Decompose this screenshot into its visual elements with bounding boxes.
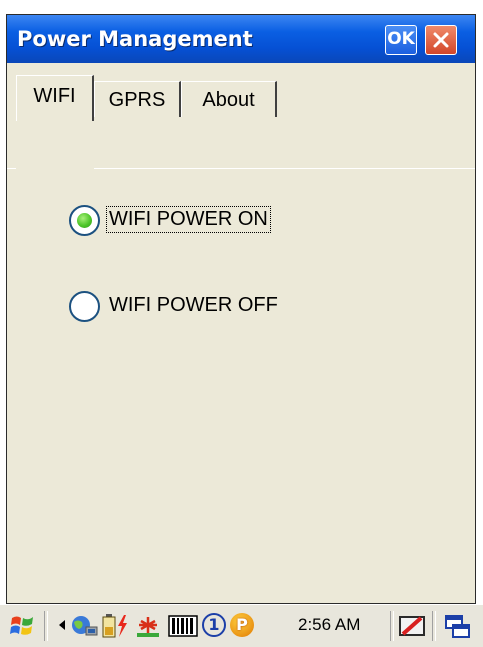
ok-button[interactable]: OK (385, 25, 417, 55)
tab-bar: WIFI GPRS About (7, 63, 475, 169)
wifi-power-off-radio[interactable] (69, 291, 100, 322)
wifi-power-on-option[interactable]: WIFI POWER ON (69, 203, 319, 239)
wifi-power-on-radio[interactable] (69, 205, 100, 236)
tab-divider-right (94, 168, 475, 169)
scroll-left-icon[interactable] (58, 619, 66, 631)
radio-selected-dot (77, 213, 92, 228)
pen-icon[interactable] (397, 612, 427, 640)
close-icon (433, 32, 449, 48)
window-switch-icon[interactable] (444, 614, 472, 640)
taskbar-separator (44, 611, 48, 641)
tab-about[interactable]: About (181, 81, 277, 117)
start-flag-icon[interactable] (8, 612, 36, 640)
clock[interactable]: 2:56 AM (298, 615, 360, 635)
battery-icon[interactable] (102, 613, 116, 639)
tab-divider-left (7, 168, 16, 169)
wifi-power-off-label[interactable]: WIFI POWER OFF (107, 293, 280, 318)
wifi-power-off-option[interactable]: WIFI POWER OFF (69, 289, 329, 325)
barcode-icon[interactable] (168, 615, 198, 637)
close-button[interactable] (425, 25, 457, 55)
top-strip (0, 0, 483, 14)
power-management-window: Power Management OK WIFI GPRS About WIFI… (6, 14, 476, 604)
numbered-circle-icon[interactable]: 1 (202, 613, 226, 637)
lightning-icon (118, 615, 127, 637)
tab-gprs[interactable]: GPRS (94, 81, 181, 117)
taskbar-separator (432, 611, 436, 641)
taskbar: 1 P 2:56 AM (0, 604, 483, 647)
title-bar: Power Management OK (7, 15, 475, 63)
wifi-power-on-label[interactable]: WIFI POWER ON (106, 206, 271, 233)
taskbar-separator (390, 611, 394, 641)
tab-wifi[interactable]: WIFI (16, 75, 94, 121)
window-title: Power Management (17, 27, 253, 51)
p-circle-icon[interactable]: P (230, 613, 254, 637)
network-icon[interactable] (68, 613, 98, 639)
antenna-icon[interactable] (133, 613, 163, 639)
